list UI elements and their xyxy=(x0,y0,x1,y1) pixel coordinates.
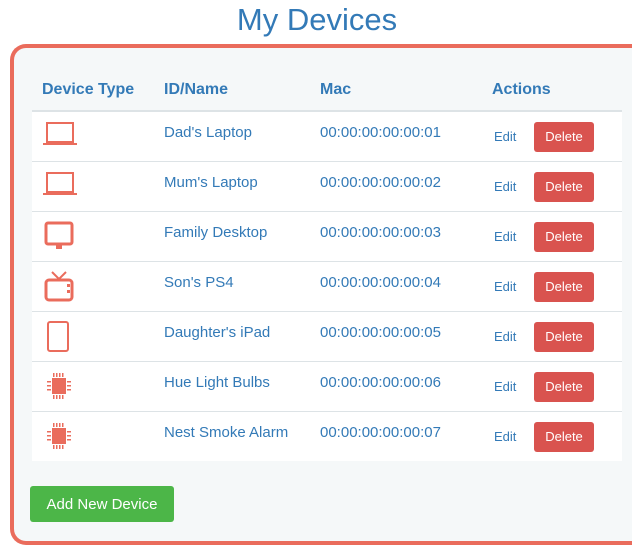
device-name: Son's PS4 xyxy=(154,260,310,311)
device-type-cell xyxy=(32,260,154,311)
tv-icon xyxy=(42,270,154,304)
actions-cell: Edit Delete xyxy=(482,260,622,311)
table-row: Daughter's iPad 00:00:00:00:00:05 Edit De… xyxy=(32,310,622,361)
header-mac: Mac xyxy=(310,70,482,112)
actions-cell: Edit Delete xyxy=(482,110,622,161)
device-type-cell xyxy=(32,110,154,161)
edit-link[interactable]: Edit xyxy=(494,429,534,444)
actions-cell: Edit Delete xyxy=(482,360,622,411)
device-type-cell xyxy=(32,410,154,461)
table-row: Son's PS4 00:00:00:00:00:04 Edit Delete xyxy=(32,260,622,311)
table-row: Nest Smoke Alarm 00:00:00:00:00:07 Edit D… xyxy=(32,410,622,461)
table-header-row: Device Type ID/Name Mac Actions xyxy=(32,70,622,112)
edit-link[interactable]: Edit xyxy=(494,379,534,394)
devices-table: Device Type ID/Name Mac Actions Dad's La… xyxy=(32,70,622,461)
device-mac: 00:00:00:00:00:06 xyxy=(310,360,482,411)
device-name: Family Desktop xyxy=(154,210,310,261)
device-mac: 00:00:00:00:00:05 xyxy=(310,310,482,361)
actions-cell: Edit Delete xyxy=(482,310,622,361)
device-name: Mum's Laptop xyxy=(154,160,310,211)
page-title: My Devices xyxy=(236,2,398,37)
table-row: Dad's Laptop 00:00:00:00:00:01 Edit Delet… xyxy=(32,110,622,161)
header-device-type: Device Type xyxy=(32,70,154,112)
chip-icon xyxy=(42,420,154,454)
edit-link[interactable]: Edit xyxy=(494,179,534,194)
actions-cell: Edit Delete xyxy=(482,410,622,461)
delete-button[interactable]: Delete xyxy=(534,321,594,352)
device-mac: 00:00:00:00:00:02 xyxy=(310,160,482,211)
device-name: Hue Light Bulbs xyxy=(154,360,310,411)
header-id-name: ID/Name xyxy=(154,70,310,112)
table-row: Mum's Laptop 00:00:00:00:00:02 Edit Delet… xyxy=(32,160,622,211)
laptop-icon xyxy=(42,170,154,198)
delete-button[interactable]: Delete xyxy=(534,122,594,152)
tablet-icon xyxy=(42,320,154,354)
chip-icon xyxy=(42,370,154,404)
add-new-device-button[interactable]: Add New Device xyxy=(30,486,174,522)
devices-panel: Device Type ID/Name Mac Actions Dad's La… xyxy=(10,44,632,545)
laptop-icon xyxy=(42,120,154,148)
device-name: Daughter's iPad xyxy=(154,310,310,361)
edit-link[interactable]: Edit xyxy=(494,329,534,344)
device-type-cell xyxy=(32,210,154,261)
device-mac: 00:00:00:00:00:03 xyxy=(310,210,482,261)
edit-link[interactable]: Edit xyxy=(494,229,534,244)
device-type-cell xyxy=(32,360,154,411)
table-row: Hue Light Bulbs 00:00:00:00:00:06 Edit De… xyxy=(32,360,622,411)
device-mac: 00:00:00:00:00:04 xyxy=(310,260,482,311)
delete-button[interactable]: Delete xyxy=(534,421,594,452)
delete-button[interactable]: Delete xyxy=(534,171,594,202)
actions-cell: Edit Delete xyxy=(482,210,622,261)
device-mac: 00:00:00:00:00:07 xyxy=(310,410,482,461)
device-type-cell xyxy=(32,160,154,211)
delete-button[interactable]: Delete xyxy=(534,221,594,252)
delete-button[interactable]: Delete xyxy=(534,271,594,302)
device-mac: 00:00:00:00:00:01 xyxy=(310,110,482,161)
header-actions: Actions xyxy=(482,70,622,112)
device-type-cell xyxy=(32,310,154,361)
device-name: Dad's Laptop xyxy=(154,110,310,161)
actions-cell: Edit Delete xyxy=(482,160,622,211)
device-name: Nest Smoke Alarm xyxy=(154,410,310,461)
delete-button[interactable]: Delete xyxy=(534,371,594,402)
desktop-icon xyxy=(42,220,154,254)
table-row: Family Desktop 00:00:00:00:00:03 Edit Del… xyxy=(32,210,622,261)
edit-link[interactable]: Edit xyxy=(494,279,534,294)
edit-link[interactable]: Edit xyxy=(494,129,534,144)
